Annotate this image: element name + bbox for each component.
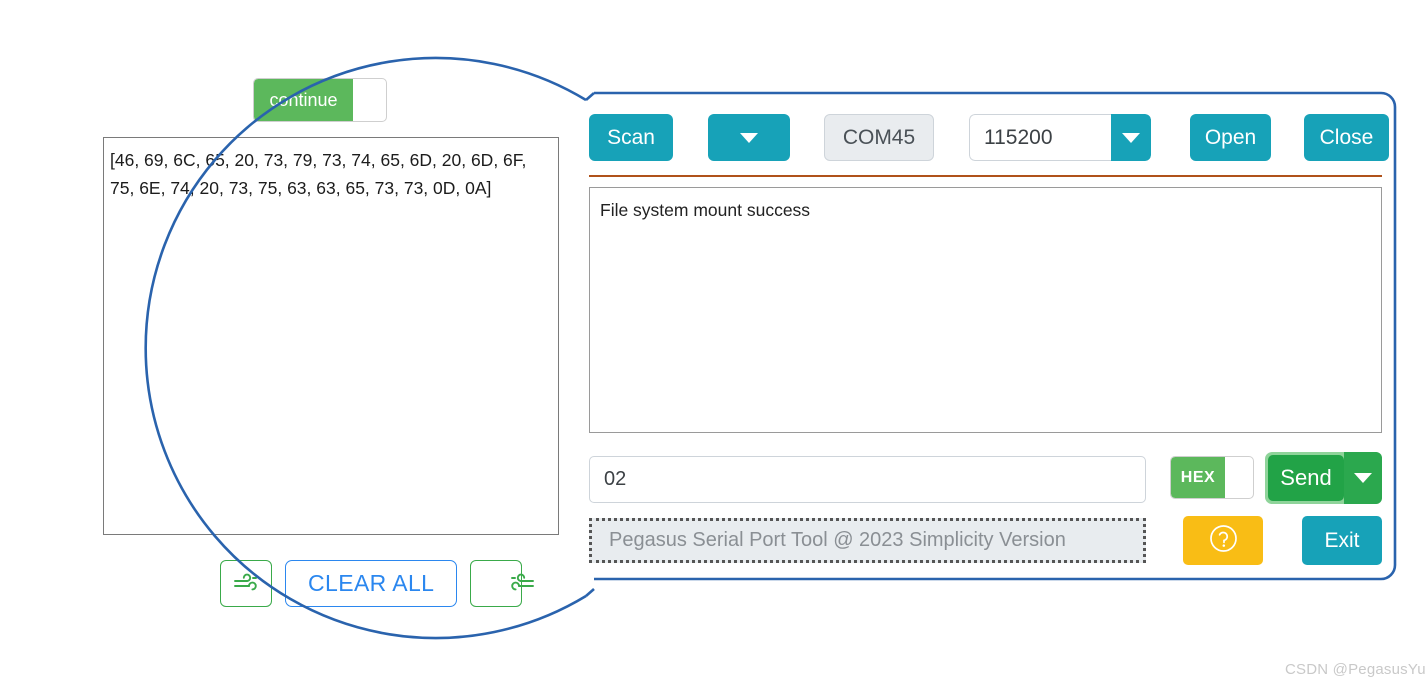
close-button[interactable]: Close — [1304, 114, 1389, 161]
port-value-display: COM45 — [824, 114, 934, 161]
send-dropdown-button[interactable] — [1344, 452, 1382, 504]
continue-toggle[interactable]: continue — [253, 78, 387, 122]
baudrate-combo[interactable]: 115200 — [969, 114, 1151, 161]
wind-button-left[interactable] — [220, 560, 272, 607]
connection-toolbar: Scan COM45 115200 Open Close — [589, 114, 1389, 161]
chevron-down-icon — [1122, 132, 1140, 143]
baudrate-dropdown-button[interactable] — [1111, 114, 1151, 161]
wind-reverse-icon — [483, 573, 535, 595]
continue-toggle-label: continue — [254, 79, 353, 121]
send-button[interactable]: Send — [1268, 455, 1344, 501]
baudrate-value[interactable]: 115200 — [969, 114, 1111, 161]
wind-button-right[interactable] — [470, 560, 535, 607]
magnifier-connector-bottom — [585, 588, 595, 597]
wind-icon — [233, 573, 259, 595]
scan-button[interactable]: Scan — [589, 114, 673, 161]
hex-dump-textarea[interactable]: [46, 69, 6C, 65, 20, 73, 79, 73, 74, 65,… — [103, 137, 559, 535]
serial-tool-panel: Scan COM45 115200 Open Close File system… — [575, 93, 1395, 579]
help-button[interactable] — [1183, 516, 1263, 565]
send-input[interactable]: 02 — [589, 456, 1146, 503]
receive-textarea[interactable]: File system mount success — [589, 187, 1382, 433]
status-bar: Pegasus Serial Port Tool @ 2023 Simplici… — [589, 518, 1146, 563]
hex-toggle-label: HEX — [1171, 457, 1225, 498]
chevron-down-icon — [740, 132, 758, 143]
csdn-watermark: CSDN @PegasusYu — [1285, 661, 1426, 678]
port-dropdown-button[interactable] — [708, 114, 790, 161]
toolbar-divider — [589, 175, 1382, 177]
app-screenshot: continue [46, 69, 6C, 65, 20, 73, 79, 73… — [0, 0, 1426, 693]
send-button-group: Send — [1265, 452, 1382, 504]
question-circle-icon — [1208, 523, 1239, 559]
open-button[interactable]: Open — [1190, 114, 1271, 161]
chevron-down-icon — [1354, 473, 1372, 483]
hex-toggle[interactable]: HEX — [1170, 456, 1254, 499]
clear-all-button[interactable]: CLEAR ALL — [285, 560, 458, 607]
exit-button[interactable]: Exit — [1302, 516, 1382, 565]
left-button-row: CLEAR ALL — [220, 560, 535, 607]
